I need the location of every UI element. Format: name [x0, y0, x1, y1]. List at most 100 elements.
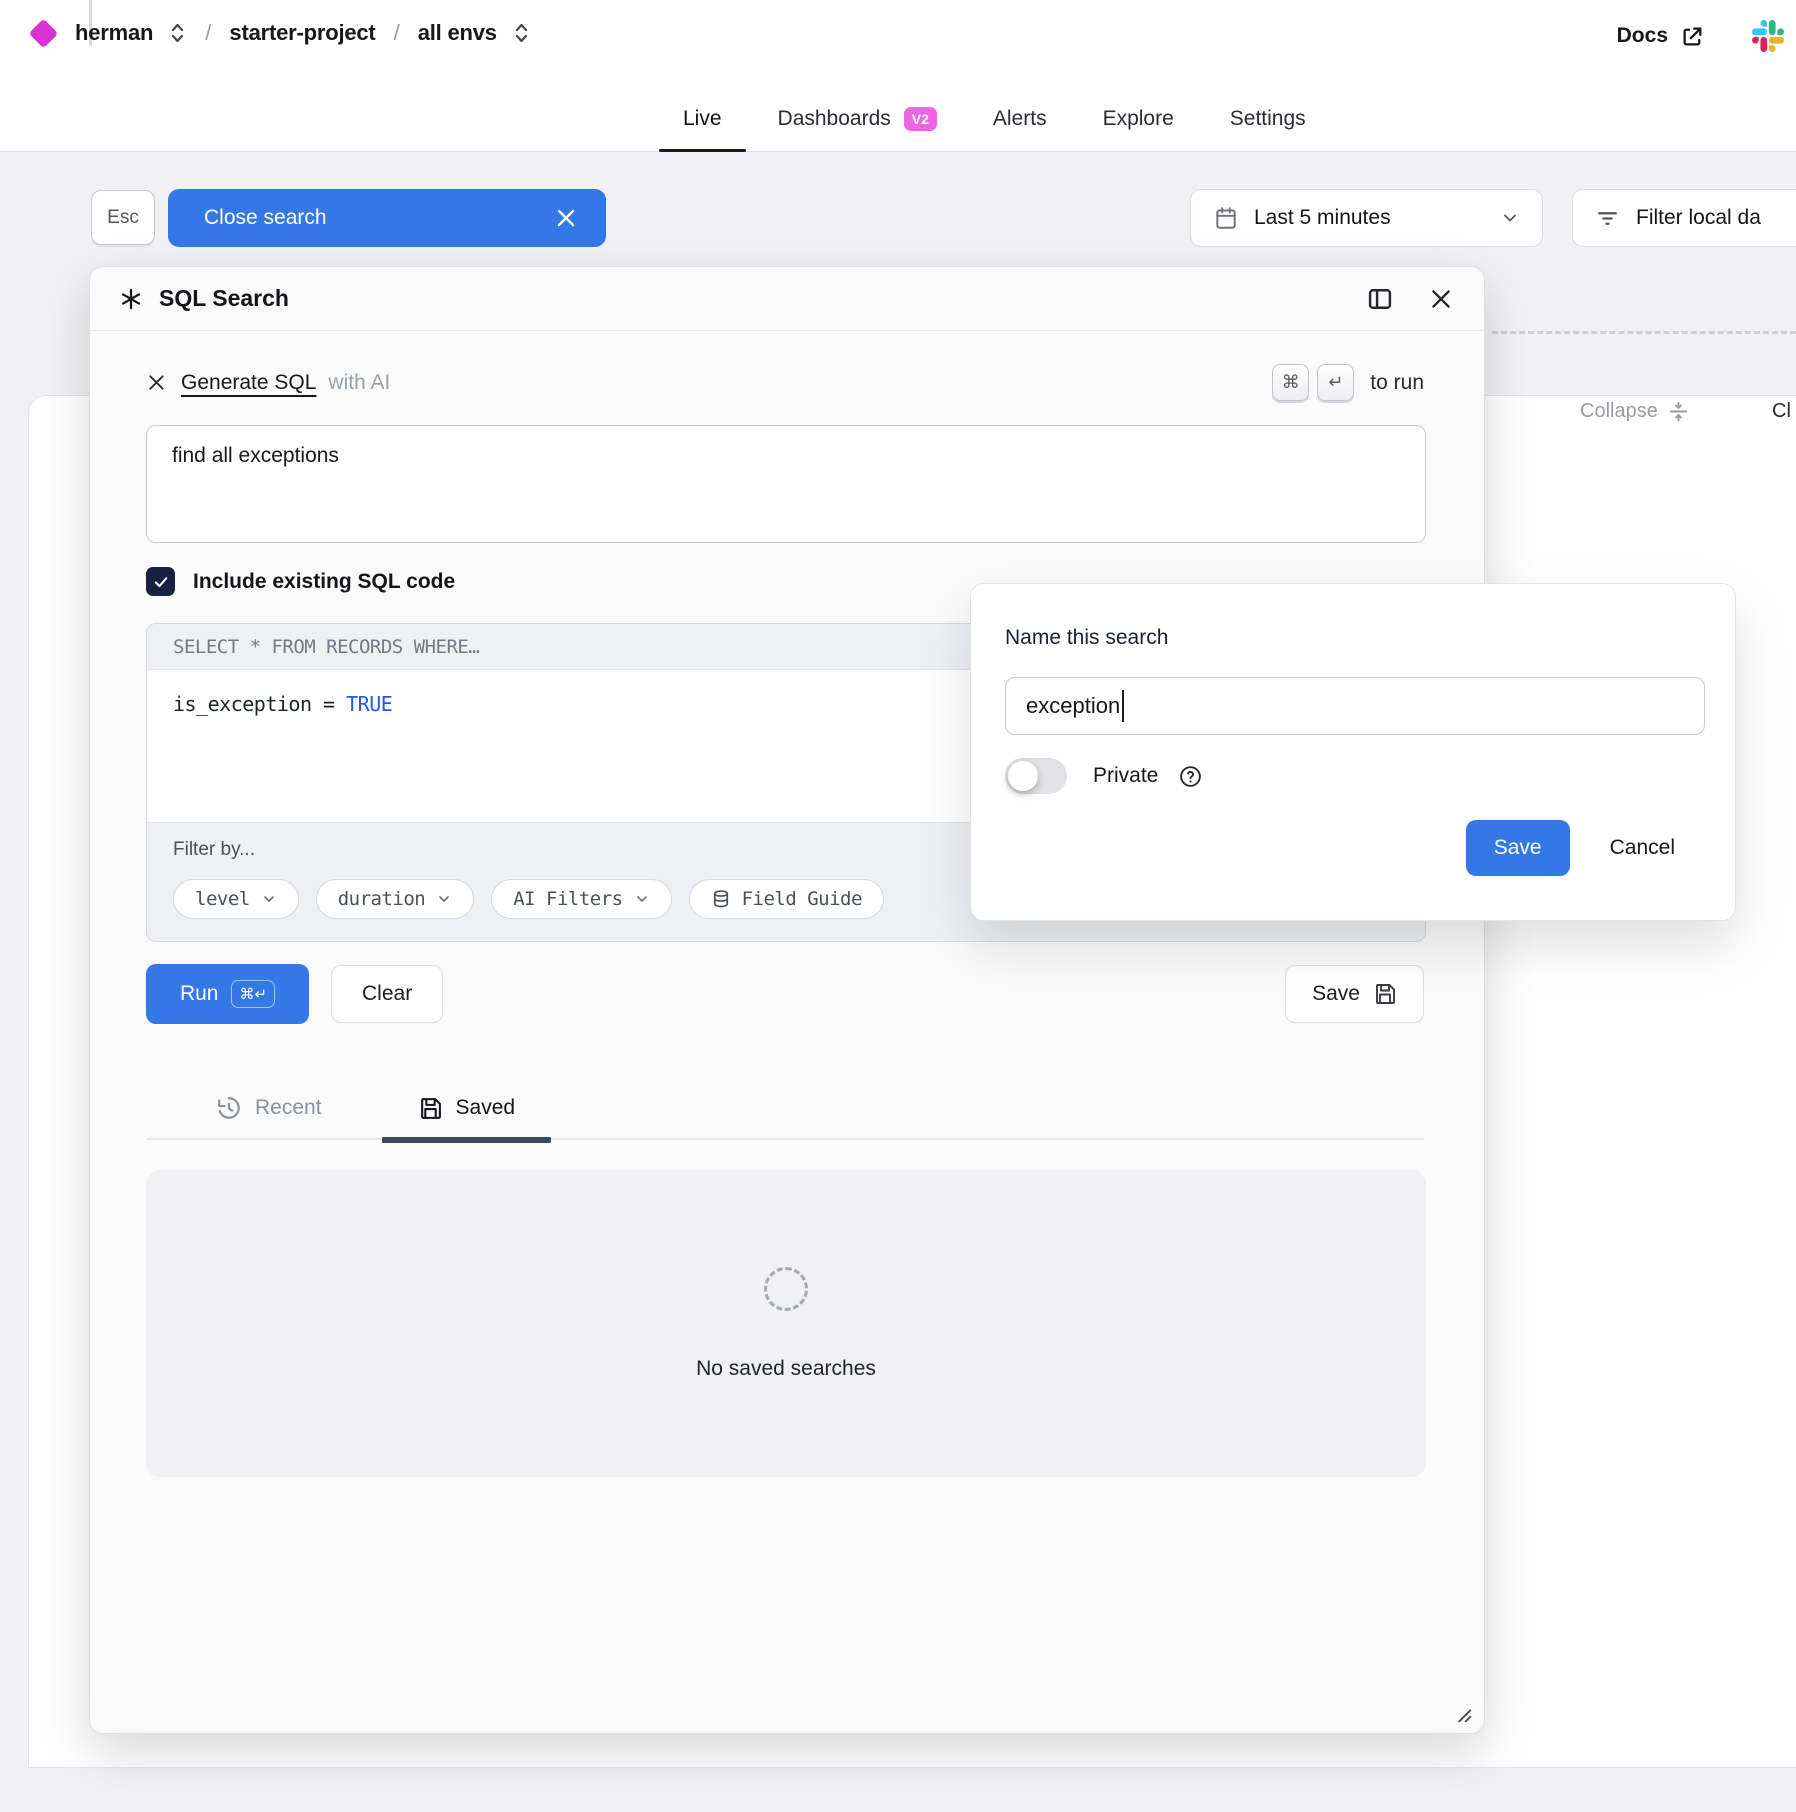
- external-link-icon: [1679, 23, 1706, 50]
- chevron-updown-icon[interactable]: [512, 22, 531, 44]
- search-name-input[interactable]: exception: [1005, 677, 1705, 735]
- main-nav: Live Dashboards V2 Alerts Explore Settin…: [659, 86, 1330, 152]
- popover-actions: Save Cancel: [1005, 820, 1675, 876]
- topbar: herman / starter-project / all envs Live…: [0, 0, 1796, 152]
- tab-label: Explore: [1103, 107, 1174, 131]
- tab-label: Saved: [456, 1096, 516, 1120]
- chevron-down-icon: [634, 891, 650, 907]
- chevron-updown-icon[interactable]: [168, 22, 187, 44]
- database-icon: [711, 889, 731, 909]
- close-search-button[interactable]: Close search: [168, 189, 606, 247]
- close-modal-icon[interactable]: [1428, 286, 1454, 312]
- chip-label: AI Filters: [513, 888, 622, 910]
- chart-dashed-line: [1492, 331, 1796, 334]
- name-search-popover: Name this search exception Private Save …: [970, 583, 1736, 921]
- search-history-tabs: Recent Saved: [146, 1078, 1424, 1140]
- project-selector[interactable]: starter-project: [229, 20, 375, 46]
- help-circle-icon[interactable]: [1178, 764, 1203, 789]
- include-sql-checkbox[interactable]: [146, 567, 175, 596]
- collapse-label: Collapse: [1580, 400, 1658, 423]
- popover-cancel-button[interactable]: Cancel: [1610, 836, 1675, 860]
- floppy-save-icon: [418, 1096, 443, 1121]
- tab-saved[interactable]: Saved: [382, 1078, 552, 1138]
- private-label: Private: [1093, 764, 1158, 788]
- sql-search-modal: SQL Search Generate SQL with AI ⌘ ↵: [89, 266, 1485, 1734]
- collapse-vertical-icon: [1667, 400, 1690, 423]
- search-name-value: exception: [1026, 693, 1120, 719]
- empty-circle-icon: [764, 1267, 808, 1311]
- dismiss-ai-icon[interactable]: [146, 372, 167, 393]
- modal-title: SQL Search: [159, 285, 289, 312]
- with-ai-label: with AI: [328, 371, 390, 395]
- org-selector[interactable]: herman: [75, 20, 153, 46]
- chip-ai-filters[interactable]: AI Filters: [491, 879, 671, 919]
- include-sql-label: Include existing SQL code: [193, 570, 455, 594]
- private-toggle-row: Private: [1005, 758, 1675, 794]
- tab-explore[interactable]: Explore: [1079, 86, 1198, 152]
- generate-sql-row: Generate SQL with AI ⌘ ↵ to run: [146, 364, 1424, 401]
- close-search-label: Close search: [204, 206, 327, 230]
- run-shortcut-badge: ⌘↵: [231, 980, 275, 1008]
- side-panel-icon[interactable]: [1366, 285, 1394, 313]
- floppy-save-icon: [1373, 982, 1397, 1006]
- editor-actions-row: Run ⌘↵ Clear Save: [146, 964, 1424, 1024]
- chevron-down-icon: [1500, 208, 1520, 228]
- toggle-knob: [1008, 761, 1038, 791]
- slack-icon[interactable]: [1752, 20, 1784, 52]
- history-icon: [216, 1095, 242, 1121]
- asterisk-icon: [120, 288, 142, 310]
- docs-link[interactable]: Docs: [1617, 23, 1706, 50]
- generate-sql-link[interactable]: Generate SQL: [181, 371, 316, 395]
- tab-live[interactable]: Live: [659, 86, 746, 152]
- tab-dashboards[interactable]: Dashboards V2: [754, 86, 961, 152]
- chip-label: Field Guide: [742, 888, 862, 910]
- check-icon: [152, 573, 170, 591]
- docs-label: Docs: [1617, 24, 1668, 48]
- private-toggle[interactable]: [1005, 758, 1067, 794]
- save-search-button[interactable]: Save: [1285, 965, 1424, 1023]
- run-button[interactable]: Run ⌘↵: [146, 964, 309, 1024]
- save-label: Save: [1312, 982, 1360, 1006]
- tab-label: Dashboards: [778, 107, 891, 131]
- tab-label: Recent: [255, 1096, 322, 1120]
- collapse-control[interactable]: Collapse: [1580, 400, 1690, 423]
- text-cursor: [1122, 690, 1124, 722]
- breadcrumb: herman / starter-project / all envs: [33, 20, 531, 46]
- cmd-key-icon: ⌘: [1272, 364, 1309, 401]
- env-selector[interactable]: all envs: [418, 20, 497, 46]
- ai-prompt-input[interactable]: find all exceptions: [146, 425, 1426, 543]
- clear-button[interactable]: Clear: [331, 965, 443, 1023]
- app-root: herman / starter-project / all envs Live…: [0, 0, 1796, 1812]
- chip-field-guide[interactable]: Field Guide: [689, 879, 884, 919]
- sql-code-text: is_exception =: [173, 692, 346, 716]
- resize-handle-icon[interactable]: [1452, 1703, 1474, 1725]
- enter-key-icon: ↵: [1317, 364, 1354, 401]
- run-shortcut-hint: ⌘ ↵ to run: [1272, 364, 1424, 401]
- chevron-down-icon: [436, 891, 452, 907]
- time-range-picker[interactable]: Last 5 minutes: [1190, 189, 1543, 247]
- time-range-label: Last 5 minutes: [1254, 206, 1391, 230]
- esc-key-hint: Esc: [91, 190, 155, 245]
- popover-title: Name this search: [1005, 626, 1675, 650]
- close-icon: [554, 206, 578, 230]
- topbar-right: Docs: [1617, 20, 1784, 52]
- tab-label: Live: [683, 107, 722, 131]
- chip-label: level: [195, 888, 250, 910]
- popover-save-button[interactable]: Save: [1466, 820, 1570, 876]
- calendar-icon: [1213, 205, 1239, 231]
- tab-label: Alerts: [993, 107, 1047, 131]
- modal-header: SQL Search: [90, 267, 1484, 331]
- tab-recent[interactable]: Recent: [180, 1078, 358, 1138]
- breadcrumb-separator: /: [391, 20, 403, 46]
- tab-alerts[interactable]: Alerts: [969, 86, 1071, 152]
- chip-level[interactable]: level: [173, 879, 299, 919]
- tab-settings[interactable]: Settings: [1206, 86, 1330, 152]
- filter-icon: [1595, 206, 1620, 231]
- filter-local-button[interactable]: Filter local da: [1572, 189, 1796, 247]
- chip-label: duration: [338, 888, 426, 910]
- sql-keyword: TRUE: [346, 692, 392, 716]
- v2-badge: V2: [904, 107, 937, 131]
- chip-duration[interactable]: duration: [316, 879, 475, 919]
- clipped-button-label[interactable]: Cl: [1772, 400, 1791, 423]
- chevron-down-icon: [261, 891, 277, 907]
